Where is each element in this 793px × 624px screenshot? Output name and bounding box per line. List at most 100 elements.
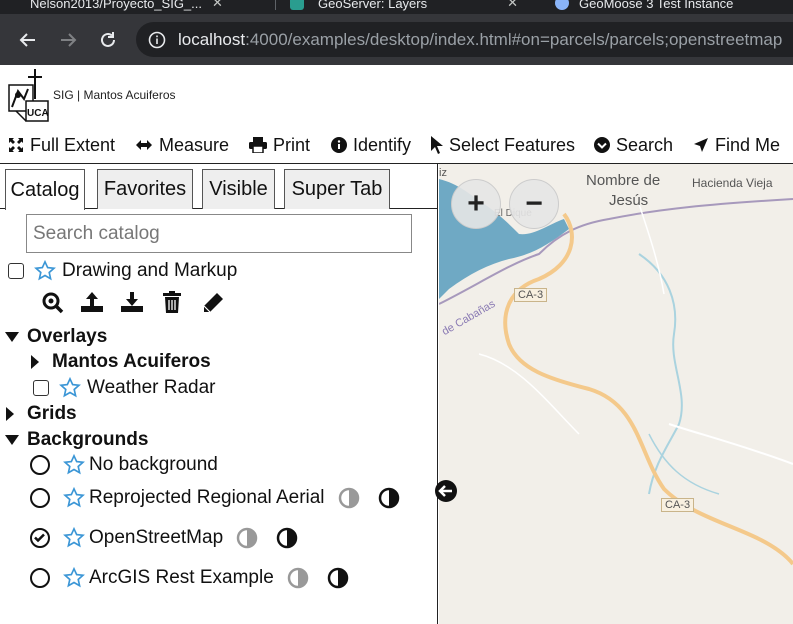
overlays-group[interactable]: Overlays	[5, 324, 107, 350]
app-logo: UCA SIG | Mantos Acuiferos	[0, 65, 200, 127]
tab-super-tab[interactable]: Super Tab	[284, 169, 390, 209]
browser-tab-2[interactable]: GeoServer: Layers ✕	[290, 0, 518, 14]
background-radio[interactable]	[30, 568, 50, 588]
app-title: SIG | Mantos Acuiferos	[53, 88, 176, 102]
zoom-to-icon[interactable]	[42, 292, 64, 314]
main-toolbar: Full Extent Measure Print Identify Selec…	[0, 127, 793, 164]
reload-icon[interactable]	[96, 28, 120, 52]
grids-group[interactable]: Grids	[5, 401, 77, 427]
location-arrow-icon	[694, 138, 708, 152]
mantos-acuiferos-group[interactable]: Manto​s Acuiferos	[30, 349, 211, 375]
group-label: Grids	[27, 403, 77, 424]
opacity-up-icon[interactable]	[276, 527, 298, 549]
browser-tab-strip: Nelson2013/Proyecto_SIG_... ✕ GeoServer:…	[0, 0, 793, 14]
chevron-circle-icon	[594, 137, 610, 153]
tab-favorites[interactable]: Favorites	[97, 169, 193, 209]
tool-label: Find Me	[715, 134, 781, 155]
opacity-down-icon[interactable]	[236, 527, 258, 549]
browser-tab-title: GeoServer: Layers	[318, 0, 428, 11]
pencil-icon[interactable]	[201, 291, 225, 315]
tab-catalog[interactable]: Catalog	[5, 169, 85, 210]
star-outline-icon[interactable]	[59, 377, 81, 399]
measure-button[interactable]: Measure	[135, 134, 229, 156]
catalog-panel: Catalog Favorites Visible Super Tab Draw…	[0, 164, 438, 624]
expand-icon	[9, 138, 23, 152]
url-field[interactable]: localhost:4000/examples/desktop/index.ht…	[136, 22, 793, 57]
layer-label: ArcGIS Rest Example	[89, 567, 274, 588]
uca-logo-icon: UCA	[8, 69, 49, 122]
tab-visible[interactable]: Visible	[202, 169, 275, 209]
info-circle-icon	[331, 137, 347, 153]
caret-right-icon[interactable]	[5, 407, 15, 421]
map-tiles[interactable]	[439, 164, 793, 624]
select-features-button[interactable]: Select Features	[431, 134, 575, 156]
tab-separator	[275, 0, 276, 10]
browser-tab-1[interactable]: Nelson2013/Proyecto_SIG_... ✕	[30, 0, 223, 14]
close-icon[interactable]: ✕	[212, 0, 223, 11]
trash-icon[interactable]	[163, 291, 181, 313]
backgrounds-group[interactable]: Backgrounds	[5, 427, 148, 453]
zoom-out-button[interactable]: −	[509, 179, 559, 229]
browser-tab-title: GeoMoose 3 Test Instance	[579, 0, 734, 11]
find-me-button[interactable]: Find Me	[693, 134, 780, 156]
browser-tab-title: Nelson2013/Proyecto_SIG_...	[30, 0, 202, 11]
back-arrow-icon[interactable]	[16, 28, 40, 52]
url-path: :4000/examples/desktop/index.html#on=par…	[245, 29, 783, 49]
tool-label: Select Features	[449, 134, 576, 155]
layer-label: Drawing and Markup	[62, 260, 238, 281]
info-icon[interactable]	[148, 31, 166, 49]
url-host: localhost	[178, 29, 246, 49]
star-outline-icon[interactable]	[63, 567, 85, 589]
layer-label: Weather Radar	[87, 377, 216, 398]
app-header: UCA SIG | Mantos Acuiferos	[0, 65, 793, 127]
browser-address-bar: localhost:4000/examples/desktop/index.ht…	[0, 14, 793, 65]
layer-checkbox[interactable]	[33, 380, 49, 396]
arrows-horizontal-icon	[136, 140, 152, 150]
group-label: Backgrounds	[27, 429, 149, 450]
map-place-label: iz	[439, 167, 447, 179]
identify-button[interactable]: Identify	[331, 134, 411, 156]
close-icon[interactable]: ✕	[507, 0, 518, 11]
forward-arrow-icon[interactable]	[56, 28, 80, 52]
background-row-aerial: Reprojected Regional Aerial	[30, 485, 400, 511]
cursor-icon	[431, 136, 443, 154]
collapse-panel-arrow-icon[interactable]	[434, 479, 458, 503]
download-icon[interactable]	[120, 291, 144, 313]
background-radio-checked[interactable]	[30, 528, 50, 548]
star-outline-icon[interactable]	[63, 454, 85, 476]
map-view[interactable]: Nombre de Jesús Hacienda Vieja El Dique …	[439, 164, 793, 624]
background-radio[interactable]	[30, 455, 50, 475]
caret-down-icon[interactable]	[5, 434, 19, 446]
print-button[interactable]: Print	[249, 134, 310, 156]
star-outline-icon[interactable]	[34, 260, 56, 282]
opacity-down-icon[interactable]	[338, 487, 360, 509]
panel-tabs: Catalog Favorites Visible Super Tab	[0, 164, 438, 210]
caret-right-icon[interactable]	[30, 355, 40, 369]
geoserver-favicon-icon	[290, 0, 304, 10]
full-extent-button[interactable]: Full Extent	[8, 134, 115, 156]
check-icon	[34, 533, 45, 543]
map-place-label: Jesús	[609, 192, 649, 209]
background-row-none: No background	[30, 452, 218, 478]
search-catalog-input[interactable]	[26, 214, 412, 253]
browser-tab-3[interactable]: GeoMoose 3 Test Instance	[555, 0, 733, 14]
search-button[interactable]: Search	[594, 134, 673, 156]
map-place-label: Hacienda Vieja	[692, 176, 773, 190]
layer-label: OpenStreetMap	[89, 527, 224, 548]
tool-label: Full Extent	[30, 134, 116, 155]
map-place-label: Nombre de	[586, 172, 661, 189]
zoom-in-button[interactable]: +	[451, 179, 501, 229]
star-outline-icon[interactable]	[63, 487, 85, 509]
layer-label: No background	[89, 454, 218, 475]
opacity-up-icon[interactable]	[378, 487, 400, 509]
star-outline-icon[interactable]	[63, 527, 85, 549]
layer-checkbox[interactable]	[8, 263, 24, 279]
opacity-up-icon[interactable]	[327, 567, 349, 589]
background-row-osm: OpenStreetMap	[30, 525, 298, 551]
caret-down-icon[interactable]	[5, 331, 19, 343]
printer-icon	[249, 137, 267, 153]
upload-icon[interactable]	[80, 291, 104, 313]
background-radio[interactable]	[30, 488, 50, 508]
opacity-down-icon[interactable]	[287, 567, 309, 589]
tool-label: Search	[616, 134, 674, 155]
